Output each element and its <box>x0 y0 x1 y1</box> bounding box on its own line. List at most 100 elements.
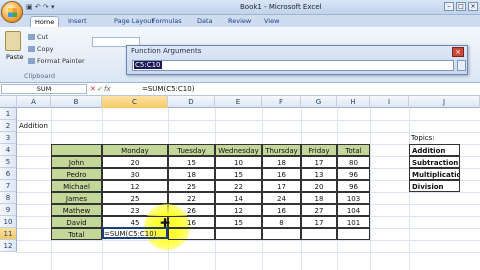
row-header[interactable]: 4 <box>0 144 17 156</box>
data-cell[interactable]: 10 <box>215 156 262 168</box>
column-header-g[interactable]: G <box>301 96 337 108</box>
row-header[interactable]: 11 <box>0 228 17 240</box>
tab-home[interactable]: Home <box>30 16 60 27</box>
data-cell[interactable]: 15 <box>215 216 262 228</box>
tab-view[interactable]: View <box>260 16 283 27</box>
tab-data[interactable]: Data <box>193 16 217 27</box>
data-cell[interactable] <box>168 228 215 240</box>
data-cell[interactable]: 25 <box>102 192 168 204</box>
data-cell[interactable] <box>301 228 337 240</box>
row-header[interactable]: 6 <box>0 168 17 180</box>
data-cell[interactable]: 27 <box>301 204 337 216</box>
topic-item-division[interactable]: Division <box>409 180 460 192</box>
row-header[interactable]: 3 <box>0 132 17 144</box>
cancel-icon[interactable]: ✕ <box>90 85 96 93</box>
insert-function-button[interactable]: fx <box>104 85 111 93</box>
topic-item-addition[interactable]: Addition <box>409 144 460 156</box>
data-cell[interactable]: 30 <box>102 168 168 180</box>
column-header-b[interactable]: B <box>51 96 102 108</box>
data-cell[interactable]: 24 <box>262 192 301 204</box>
header-cell-monday[interactable]: Monday <box>102 144 168 156</box>
range-input[interactable]: C5:C10 <box>132 60 454 71</box>
data-cell[interactable]: 17 <box>301 156 337 168</box>
sheet-title[interactable]: Addition <box>19 120 48 132</box>
name-box[interactable]: SUM <box>1 84 87 94</box>
column-header-h[interactable]: H <box>337 96 370 108</box>
total-label-cell[interactable]: Total <box>51 228 102 240</box>
column-header-a[interactable]: A <box>17 96 51 108</box>
row-header[interactable]: 5 <box>0 156 17 168</box>
data-cell[interactable]: 15 <box>215 168 262 180</box>
data-cell[interactable]: 16 <box>262 204 301 216</box>
total-cell[interactable]: 101 <box>337 216 370 228</box>
data-cell[interactable] <box>215 228 262 240</box>
header-cell-thursday[interactable]: Thursday <box>262 144 301 156</box>
data-cell[interactable] <box>262 228 301 240</box>
data-cell[interactable]: 25 <box>168 180 215 192</box>
data-cell[interactable]: 18 <box>301 192 337 204</box>
column-header-i[interactable]: I <box>370 96 409 108</box>
total-cell[interactable]: 80 <box>337 156 370 168</box>
row-header[interactable]: 2 <box>0 120 17 132</box>
name-cell[interactable]: John <box>51 156 102 168</box>
select-all-corner[interactable] <box>0 96 17 108</box>
data-cell[interactable]: 8 <box>262 216 301 228</box>
header-cell-tuesday[interactable]: Tuesday <box>168 144 215 156</box>
tab-review[interactable]: Review <box>224 16 255 27</box>
dialog-close-button[interactable]: × <box>452 47 464 57</box>
row-header[interactable]: 9 <box>0 204 17 216</box>
row-header[interactable]: 7 <box>0 180 17 192</box>
name-cell[interactable]: David <box>51 216 102 228</box>
close-icon[interactable]: × <box>468 2 478 11</box>
data-cell[interactable]: 16 <box>262 168 301 180</box>
data-cell[interactable]: 16 <box>168 216 215 228</box>
copy-button[interactable]: Copy <box>28 45 54 53</box>
total-cell[interactable]: 104 <box>337 204 370 216</box>
column-header-f[interactable]: F <box>262 96 301 108</box>
data-cell[interactable]: 12 <box>215 204 262 216</box>
data-cell[interactable]: 22 <box>215 180 262 192</box>
minimize-icon[interactable]: – <box>444 2 454 11</box>
data-cell[interactable]: 18 <box>262 156 301 168</box>
row-header[interactable]: 10 <box>0 216 17 228</box>
data-cell[interactable]: 17 <box>262 180 301 192</box>
topics-label[interactable]: Topics: <box>411 132 435 144</box>
column-header-d[interactable]: D <box>168 96 215 108</box>
expand-dialog-button[interactable] <box>457 60 466 71</box>
header-cell-friday[interactable]: Friday <box>301 144 337 156</box>
data-cell[interactable]: 22 <box>168 192 215 204</box>
data-cell[interactable]: 12 <box>102 180 168 192</box>
formula-input[interactable]: =SUM(C5:C10) <box>142 85 194 93</box>
office-button[interactable] <box>1 1 23 23</box>
total-cell[interactable]: 96 <box>337 180 370 192</box>
row-header[interactable]: 12 <box>0 240 17 252</box>
row-header[interactable]: 1 <box>0 108 17 120</box>
paste-button[interactable]: Paste <box>6 53 24 61</box>
paste-icon[interactable] <box>5 31 21 51</box>
row-header[interactable]: 8 <box>0 192 17 204</box>
tab-insert[interactable]: Insert <box>64 16 91 27</box>
total-cell[interactable]: 103 <box>337 192 370 204</box>
format-painter-button[interactable]: Format Painter <box>28 57 85 65</box>
maximize-icon[interactable]: □ <box>456 2 466 11</box>
data-cell[interactable]: 13 <box>301 168 337 180</box>
table-corner-cell[interactable] <box>51 144 102 156</box>
name-cell[interactable]: Pedro <box>51 168 102 180</box>
topic-item-multiplication[interactable]: Multiplication <box>409 168 460 180</box>
total-cell[interactable] <box>337 228 370 240</box>
enter-icon[interactable]: ✓ <box>97 85 103 93</box>
name-cell[interactable]: James <box>51 192 102 204</box>
column-header-j[interactable]: J <box>409 96 480 108</box>
data-cell[interactable]: 20 <box>102 156 168 168</box>
data-cell[interactable]: 14 <box>215 192 262 204</box>
data-cell[interactable]: 18 <box>168 168 215 180</box>
cut-button[interactable]: Cut <box>28 33 48 41</box>
name-cell[interactable]: Michael <box>51 180 102 192</box>
quick-access-toolbar[interactable]: ▣ ↶ ↷ ▾ <box>26 3 55 11</box>
total-cell[interactable]: 96 <box>337 168 370 180</box>
function-arguments-dialog[interactable]: Function Arguments × C5:C10 <box>126 45 468 75</box>
data-cell[interactable]: 20 <box>301 180 337 192</box>
data-cell[interactable]: 17 <box>301 216 337 228</box>
column-header-c[interactable]: C <box>102 96 168 108</box>
name-cell[interactable]: Mathew <box>51 204 102 216</box>
